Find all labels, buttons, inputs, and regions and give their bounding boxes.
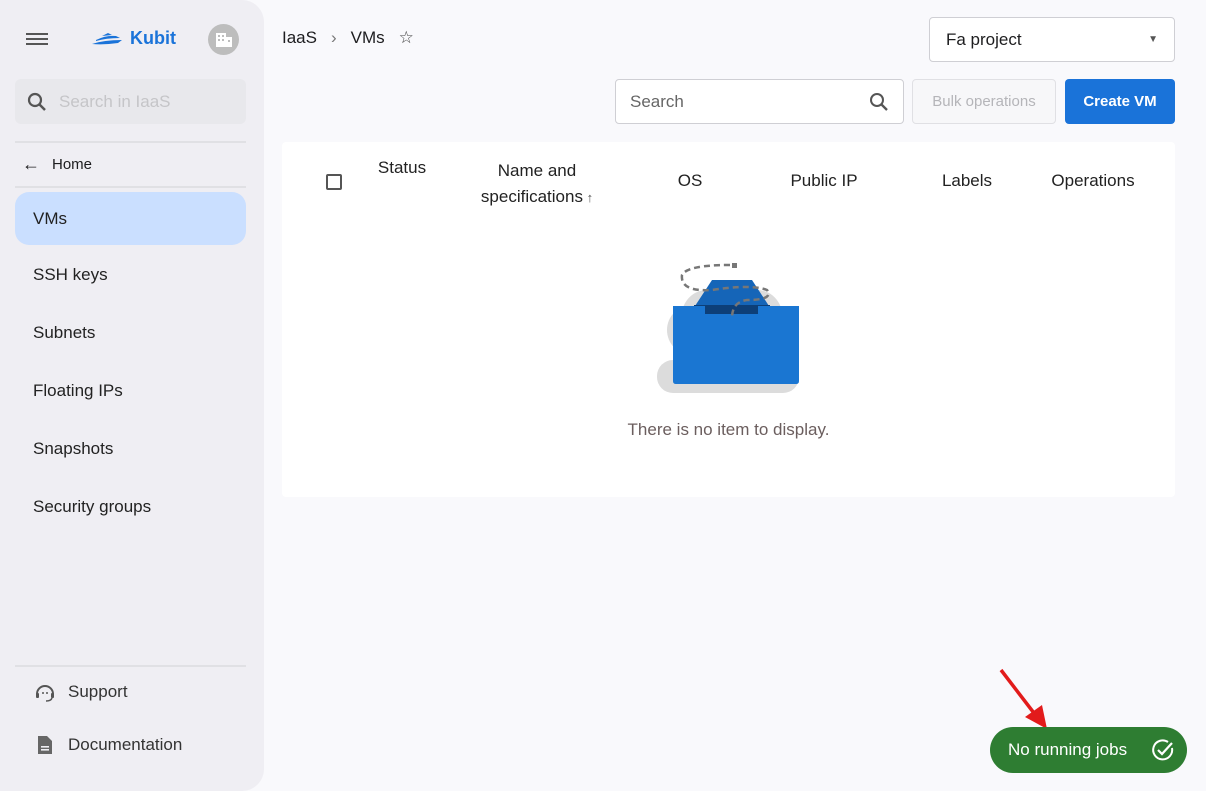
column-operations[interactable]: Operations — [1042, 171, 1144, 191]
vm-table: Status Name and specifications ↑ OS Publ… — [282, 142, 1175, 497]
sidebar-search-placeholder: Search in IaaS — [59, 91, 171, 111]
sidebar-item-label: Subnets — [33, 322, 96, 342]
running-jobs-button[interactable]: No running jobs — [990, 727, 1187, 773]
search-placeholder: Search — [630, 91, 684, 111]
menu-icon[interactable] — [26, 30, 48, 48]
star-icon[interactable]: ☆ — [399, 28, 414, 48]
divider — [15, 186, 246, 188]
breadcrumb-vms: VMs — [350, 28, 385, 47]
sidebar-item-label: SSH keys — [33, 264, 108, 284]
divider — [15, 665, 246, 667]
column-status[interactable]: Status — [362, 158, 442, 178]
running-jobs-label: No running jobs — [1008, 740, 1128, 759]
caret-down-icon: ▼ — [1148, 34, 1158, 45]
headset-icon — [36, 685, 54, 702]
column-name[interactable]: Name and specifications ↑ — [467, 158, 607, 211]
column-labels[interactable]: Labels — [922, 171, 1012, 191]
column-os[interactable]: OS — [652, 171, 728, 191]
breadcrumb-iaas[interactable]: IaaS — [282, 28, 317, 48]
search-icon — [27, 92, 46, 111]
sidebar-item-snapshots[interactable]: Snapshots — [15, 422, 246, 475]
home-link[interactable]: ← Home — [22, 154, 92, 175]
sidebar-item-vms[interactable]: VMs — [15, 192, 246, 245]
arrow-left-icon: ← — [22, 154, 40, 174]
red-arrow-annotation — [999, 668, 1047, 729]
document-icon — [38, 736, 52, 754]
chevron-right-icon: › — [330, 28, 337, 47]
select-all-checkbox[interactable] — [326, 174, 342, 190]
sidebar-item-label: Snapshots — [33, 438, 114, 458]
boat-logo-icon — [92, 32, 122, 44]
search-input[interactable]: Search — [615, 79, 904, 124]
arrow-up-icon: ↑ — [582, 190, 594, 205]
sidebar-item-label: Floating IPs — [33, 380, 123, 400]
bulk-operations-button[interactable]: Bulk operations — [912, 79, 1056, 124]
sidebar-item-subnets[interactable]: Subnets — [15, 306, 246, 359]
check-circle-icon — [1152, 739, 1174, 761]
logo[interactable]: Kubit — [90, 28, 176, 49]
search-icon — [870, 92, 888, 111]
support-label: Support — [68, 682, 128, 701]
create-vm-button[interactable]: Create VM — [1065, 79, 1175, 124]
empty-box-illustration — [657, 263, 799, 393]
divider — [15, 141, 246, 143]
sidebar-item-security-groups[interactable]: Security groups — [15, 480, 246, 533]
documentation-label: Documentation — [68, 735, 183, 754]
building-icon — [215, 32, 232, 47]
project-select[interactable]: Fa project ▼ — [929, 17, 1175, 62]
breadcrumb: IaaS › VMs ☆ — [282, 28, 414, 48]
sidebar-item-floating-ips[interactable]: Floating IPs — [15, 364, 246, 417]
empty-state-text: There is no item to display. — [627, 420, 830, 439]
support-link[interactable]: Support — [34, 681, 128, 703]
sidebar: Kubit Search in IaaS ← Home VMs SSH keys… — [0, 0, 264, 791]
sidebar-item-ssh-keys[interactable]: SSH keys — [15, 248, 246, 301]
sidebar-item-label: VMs — [33, 208, 67, 228]
project-select-value: Fa project — [946, 29, 1022, 49]
column-name-label: Name and specifications — [480, 161, 583, 206]
sidebar-search-input[interactable]: Search in IaaS — [15, 79, 246, 124]
organization-avatar[interactable] — [208, 24, 239, 55]
column-public-ip[interactable]: Public IP — [772, 171, 876, 191]
documentation-link[interactable]: Documentation — [34, 734, 182, 756]
sidebar-item-label: Security groups — [33, 496, 152, 516]
brand-name: Kubit — [130, 28, 176, 48]
home-label: Home — [52, 156, 93, 173]
